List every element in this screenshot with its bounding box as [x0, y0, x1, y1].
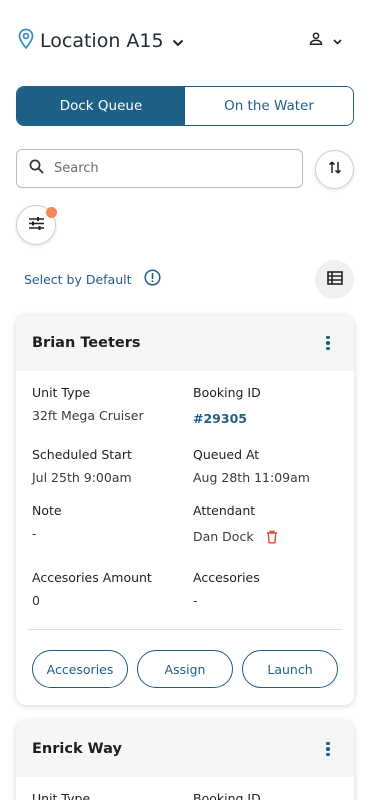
field-label: Booking ID: [193, 791, 261, 800]
search-box: [16, 149, 303, 188]
divider: [28, 629, 342, 630]
attendant-row: Dan Dock: [193, 529, 278, 544]
field-label: Accesories Amount: [32, 570, 152, 585]
booking-id-field: Booking ID #29305: [193, 385, 261, 426]
more-options-icon[interactable]: [322, 741, 334, 757]
card-header: Brian Teeters: [16, 315, 354, 371]
chevron-down-icon: [333, 30, 342, 49]
select-by-default-label: Select by Default: [24, 271, 132, 287]
field-label: Attendant: [193, 503, 256, 518]
field-label: Unit Type: [32, 385, 91, 400]
map-pin-icon: [18, 28, 34, 54]
filter-button[interactable]: [16, 205, 57, 245]
attendant-field: Attendant Dan Dock: [193, 503, 278, 544]
scheduled-start-field: Scheduled Start Jul 25th 9:00am: [32, 447, 132, 485]
trash-icon[interactable]: [266, 530, 278, 544]
field-label: Queued At: [193, 447, 260, 462]
launch-button[interactable]: Launch: [242, 650, 338, 688]
card-actions: Accesories Assign Launch: [32, 650, 338, 688]
field-value: 0: [32, 593, 40, 608]
select-by-default[interactable]: Select by Default: [24, 269, 173, 289]
tab-on-the-water[interactable]: On the Water: [185, 87, 353, 125]
accessories-button[interactable]: Accesories: [32, 650, 128, 688]
user-icon: [309, 30, 323, 49]
note-field: Note -: [32, 503, 62, 541]
list-view-button[interactable]: [315, 260, 354, 299]
chevron-down-icon: [172, 32, 184, 51]
location-name: Location A15: [40, 30, 164, 52]
location-selector[interactable]: Location A15: [18, 28, 184, 54]
unit-type-field: Unit Type: [32, 791, 90, 800]
search-input[interactable]: [54, 161, 274, 176]
accessories-amount-field: Accesories Amount 0: [32, 570, 152, 608]
user-menu[interactable]: [309, 30, 342, 49]
field-label: Accesories: [193, 570, 260, 585]
field-label: Note: [32, 503, 62, 518]
list-view-icon: [326, 270, 343, 289]
accessories-field: Accesories -: [193, 570, 260, 608]
more-options-icon[interactable]: [322, 335, 334, 351]
booking-id-field: Booking ID: [193, 791, 261, 800]
top-bar: Location A15: [0, 0, 370, 80]
assign-button[interactable]: Assign: [137, 650, 233, 688]
queued-at-field: Queued At Aug 28th 11:09am: [193, 447, 310, 485]
field-value: Jul 25th 9:00am: [32, 470, 132, 485]
field-value: 32ft Mega Cruiser: [32, 408, 144, 423]
booking-card: Brian Teeters Unit Type 32ft Mega Cruise…: [16, 315, 354, 705]
field-label: Booking ID: [193, 385, 261, 400]
sort-button[interactable]: [315, 150, 354, 189]
field-value: Aug 28th 11:09am: [193, 470, 310, 485]
search-icon: [29, 159, 44, 178]
sliders-icon: [28, 216, 45, 235]
info-icon[interactable]: [143, 269, 161, 289]
booking-id-link[interactable]: #29305: [193, 411, 261, 426]
card-header: Enrick Way: [16, 721, 354, 777]
customer-name: Brian Teeters: [32, 335, 141, 351]
queue-tabs: Dock Queue On the Water: [16, 86, 354, 126]
booking-card: Enrick Way Unit Type Booking ID: [16, 721, 354, 800]
field-label: Scheduled Start: [32, 447, 132, 462]
field-value: -: [193, 593, 198, 608]
customer-name: Enrick Way: [32, 741, 122, 757]
field-value: -: [32, 526, 37, 541]
attendant-name: Dan Dock: [193, 529, 254, 544]
field-label: Unit Type: [32, 791, 91, 800]
filter-active-indicator: [46, 207, 57, 218]
unit-type-field: Unit Type 32ft Mega Cruiser: [32, 385, 144, 423]
sort-icon: [328, 160, 342, 179]
tab-dock-queue[interactable]: Dock Queue: [17, 87, 185, 125]
